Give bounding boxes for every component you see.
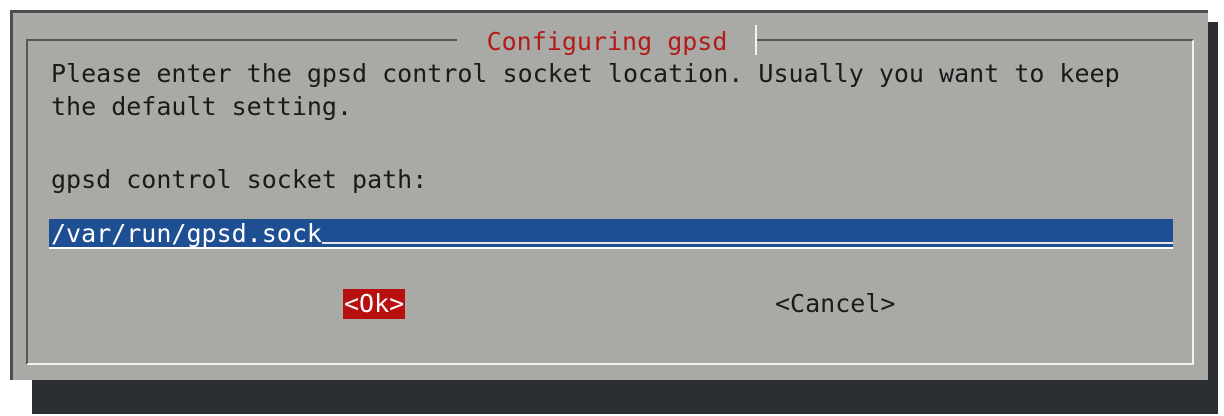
dialog-shadow-bottom [32, 380, 1218, 414]
dialog-title-box: Configuring gpsd [457, 23, 757, 59]
input-underline [321, 242, 1173, 244]
cancel-button[interactable]: <Cancel> [775, 289, 895, 319]
terminal-screen: Configuring gpsd Please enter the gpsd c… [0, 0, 1224, 416]
dialog-prompt: Please enter the gpsd control socket loc… [51, 59, 1120, 121]
config-dialog: Configuring gpsd Please enter the gpsd c… [10, 10, 1208, 380]
dialog-shadow-right [1208, 22, 1218, 414]
title-divider-right [755, 25, 757, 55]
dialog-title: Configuring gpsd [471, 26, 743, 56]
socket-path-input[interactable]: /var/run/gpsd.sock [49, 219, 1173, 249]
socket-path-label: gpsd control socket path: [51, 165, 428, 194]
ok-button[interactable]: <Ok> [343, 289, 406, 319]
socket-path-value: /var/run/gpsd.sock [51, 219, 322, 248]
